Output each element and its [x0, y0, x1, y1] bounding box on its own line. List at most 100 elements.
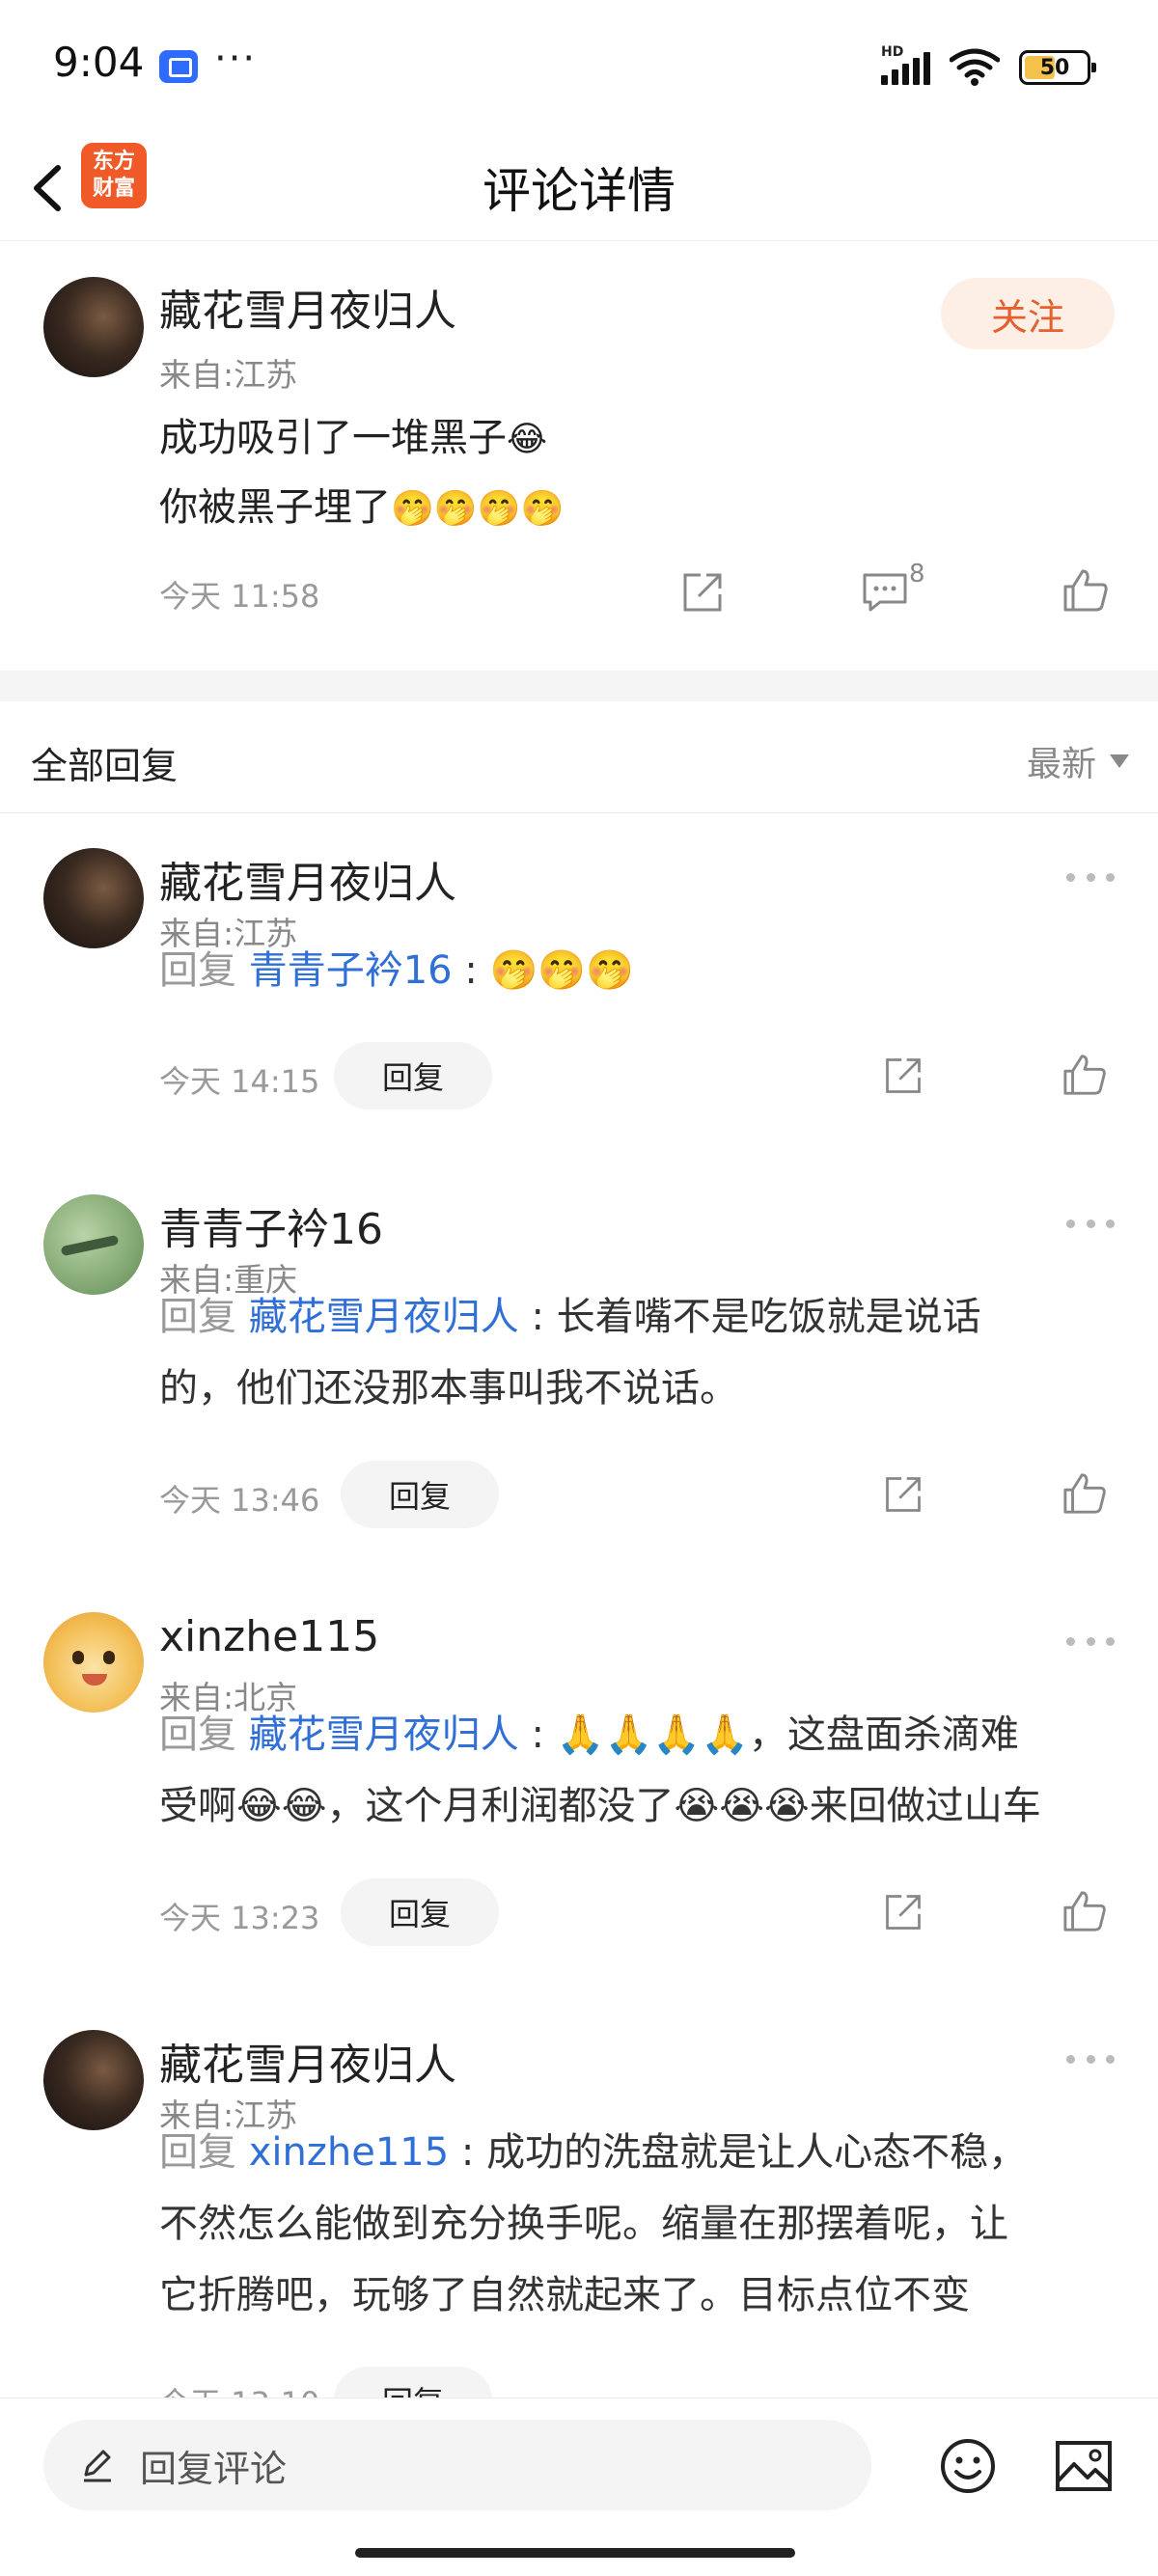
share-button[interactable] — [679, 569, 726, 616]
reply-body: 🙏🙏🙏🙏，这盘面杀滴难 — [556, 1713, 1019, 1757]
thumbs-up-icon — [1063, 1473, 1106, 1514]
status-bar: 9:04 ··· HD 50 — [0, 0, 1158, 135]
reply-item: xinzhe115 来自:北京 回复 藏花雪月夜归人 : 🙏🙏🙏🙏，这盘面杀滴难… — [0, 1577, 1158, 1973]
reply-body: 🤭🤭🤭 — [489, 948, 634, 993]
battery-level: 50 — [1039, 55, 1070, 80]
like-button[interactable] — [1062, 1889, 1108, 1933]
app-notification-icon — [159, 50, 198, 83]
share-button[interactable] — [882, 1891, 924, 1933]
share-button[interactable] — [882, 1055, 924, 1097]
reply-button[interactable]: 回复 — [334, 1042, 492, 1110]
reply-separator: : — [531, 1295, 544, 1339]
image-icon — [1056, 2441, 1112, 2491]
reply-item: 藏花雪月夜归人 来自:江苏 回复 青青子衿16 : 🤭🤭🤭 今天 14:15 回… — [0, 813, 1158, 1132]
username[interactable]: 藏花雪月夜归人 — [159, 2030, 456, 2092]
username[interactable]: 青青子衿16 — [159, 1194, 383, 1256]
image-button[interactable] — [1055, 2439, 1113, 2493]
reply-item: 藏花雪月夜归人 来自:江苏 回复 xinzhe115 : 成功的洗盘就是让人心态… — [0, 1995, 1158, 2398]
comment-text-line2: 你被黑子埋了🤭🤭🤭🤭 — [159, 484, 564, 533]
reply-separator: : — [464, 948, 478, 993]
reply-text: 回复 藏花雪月夜归人 : 长着嘴不是吃饭就是说话 — [159, 1281, 1124, 1353]
like-button[interactable] — [1062, 1053, 1108, 1097]
thumbs-up-icon — [1063, 1891, 1106, 1932]
comment-text: 成功吸引了一堆黑子 — [159, 416, 507, 460]
reply-timestamp: 今天 13:23 — [159, 1900, 320, 1936]
avatar[interactable] — [43, 277, 144, 377]
smiley-icon — [941, 2439, 995, 2493]
home-indicator[interactable] — [355, 2548, 795, 2558]
share-button[interactable] — [882, 1473, 924, 1516]
status-time: 9:04 — [53, 39, 145, 86]
thumbs-up-icon — [1063, 569, 1108, 612]
comment-icon — [863, 573, 907, 612]
more-options-button[interactable] — [1066, 1219, 1115, 1231]
reply-text-continued: 受啊😂😂，这个月利润都没了😭😭😭来回做过山车 — [159, 1784, 1041, 1828]
username[interactable]: 藏花雪月夜归人 — [159, 848, 456, 910]
reply-text: 回复 xinzhe115 : 成功的洗盘就是让人心态不稳， — [159, 2117, 1124, 2188]
reply-button[interactable]: 回复 — [341, 1461, 499, 1528]
more-options-button[interactable] — [1066, 2055, 1115, 2067]
reply-input-placeholder: 回复评论 — [140, 2447, 288, 2490]
reply-text: 回复 藏花雪月夜归人 : 🙏🙏🙏🙏，这盘面杀滴难 — [159, 1699, 1124, 1770]
comment-text: 你被黑子埋了 — [159, 485, 391, 530]
replies-title: 全部回复 — [31, 745, 179, 787]
reply-prefix: 回复 — [159, 1295, 236, 1339]
reply-button[interactable]: 回复 — [341, 1878, 499, 1946]
wifi-icon — [949, 48, 1001, 87]
reply-button[interactable]: 回复 — [334, 2367, 492, 2398]
reply-body: 长着嘴不是吃饭就是说话 — [556, 1295, 981, 1339]
reply-timestamp: 今天 13:10 — [159, 2379, 319, 2398]
giggle-emoji: 🤭🤭🤭🤭 — [391, 489, 565, 529]
replies-header: 全部回复 最新 — [0, 701, 1158, 813]
avatar[interactable] — [43, 2030, 144, 2130]
more-options-button[interactable] — [1066, 1637, 1115, 1649]
like-button[interactable] — [1062, 567, 1110, 614]
reply-prefix: 回复 — [159, 948, 236, 993]
mention-link[interactable]: 藏花雪月夜归人 — [249, 1713, 519, 1757]
reply-text-continued: 不然怎么能做到充分换手呢。缩量在那摆着呢，让 — [159, 2202, 1008, 2246]
reply-comment-input[interactable]: 回复评论 — [43, 2420, 871, 2510]
thumbs-up-icon — [1063, 1055, 1106, 1095]
reply-timestamp: 今天 13:46 — [159, 1482, 320, 1519]
reply-item: 青青子衿16 来自:重庆 回复 藏花雪月夜归人 : 长着嘴不是吃饭就是说话 的，… — [0, 1160, 1158, 1555]
bottom-bar: 回复评论 — [0, 2398, 1158, 2576]
username[interactable]: xinzhe115 — [159, 1612, 379, 1661]
avatar[interactable] — [43, 848, 144, 948]
reply-text-continued: 它折腾吧，玩够了自然就起来了。目标点位不变 — [159, 2273, 970, 2317]
avatar[interactable] — [43, 1612, 144, 1713]
username[interactable]: 藏花雪月夜归人 — [159, 276, 456, 338]
reply-prefix: 回复 — [159, 2130, 236, 2175]
sort-label: 最新 — [1026, 745, 1096, 784]
reply-prefix: 回复 — [159, 1713, 236, 1757]
share-icon — [886, 1895, 921, 1930]
page-title: 评论详情 — [482, 163, 676, 219]
mention-link[interactable]: xinzhe115 — [249, 2130, 449, 2175]
dropdown-arrow-icon — [1110, 754, 1129, 768]
reply-body: 成功的洗盘就是让人心态不稳， — [486, 2130, 1028, 2175]
more-notifications-icon: ··· — [214, 37, 258, 81]
reply-text: 回复 青青子衿16 : 🤭🤭🤭 — [159, 935, 1124, 1006]
reply-separator: : — [460, 2130, 475, 2175]
avatar[interactable] — [43, 1194, 144, 1295]
comment-count: 8 — [909, 560, 925, 589]
sort-dropdown[interactable]: 最新 — [1027, 736, 1129, 786]
emoji-button[interactable] — [939, 2437, 997, 2495]
comment-timestamp: 今天 11:58 — [159, 578, 320, 615]
share-icon — [683, 573, 722, 612]
mention-link[interactable]: 藏花雪月夜归人 — [249, 1295, 519, 1339]
battery-icon: 50 — [1019, 50, 1096, 85]
laugh-emoji: 😂 — [507, 420, 548, 459]
comment-text-line1: 成功吸引了一堆黑子😂 — [159, 415, 547, 463]
pencil-icon — [84, 2450, 111, 2482]
like-button[interactable] — [1062, 1471, 1108, 1516]
main-comment: 藏花雪月夜归人 来自:江苏 关注 成功吸引了一堆黑子😂 你被黑子埋了🤭🤭🤭🤭 今… — [0, 241, 1158, 671]
reply-separator: : — [531, 1713, 544, 1757]
location-label: 来自:江苏 — [159, 356, 298, 394]
section-divider — [0, 671, 1158, 701]
share-icon — [886, 1058, 921, 1093]
follow-button[interactable]: 关注 — [941, 278, 1115, 349]
comment-button[interactable] — [861, 569, 909, 614]
reply-text-continued: 的，他们还没那本事叫我不说话。 — [159, 1366, 738, 1411]
more-options-button[interactable] — [1066, 873, 1115, 885]
mention-link[interactable]: 青青子衿16 — [249, 948, 453, 993]
